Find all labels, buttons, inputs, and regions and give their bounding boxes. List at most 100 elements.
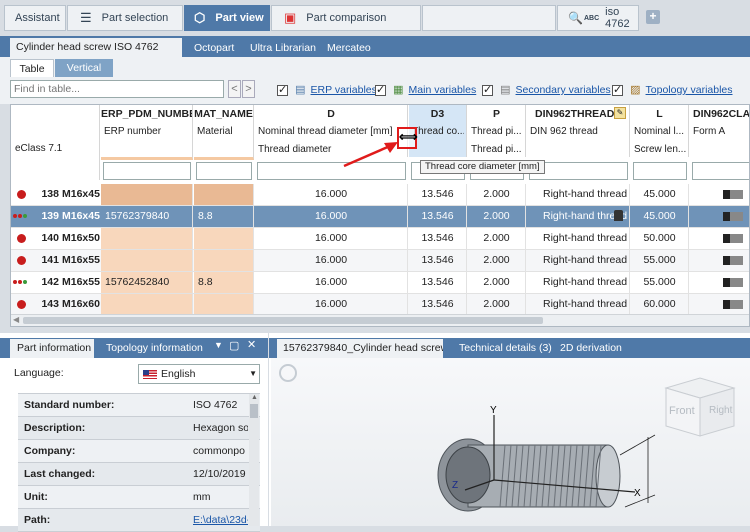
tab-ultra-librarian[interactable]: Ultra Librarian (242, 39, 324, 57)
cell-p[interactable]: 2.000 (468, 294, 526, 315)
cell-d[interactable]: 16.000 (255, 294, 408, 315)
view-cube[interactable] (660, 364, 740, 444)
cell-thread[interactable]: Right-hand thread (527, 184, 630, 205)
cell-thread[interactable]: Right-hand thread (527, 250, 630, 271)
table-row[interactable]: 140 M16x50 16.000 13.546 2.000 Right-hand thr… (11, 228, 749, 250)
cell-l[interactable]: 60.000 (631, 294, 689, 315)
search-tab[interactable]: 🔍 ABC iso 4762 (557, 5, 639, 31)
properties-scrollbar[interactable]: ▲ (249, 394, 259, 526)
properties-scroll-thumb[interactable] (250, 404, 258, 418)
erp-variables-link[interactable]: ERP variables (311, 84, 377, 96)
scroll-up-icon[interactable]: ▲ (251, 394, 258, 401)
topology-variables-link[interactable]: Topology variables (646, 84, 733, 96)
column-header-material[interactable]: MAT_NAME Material (194, 105, 254, 160)
scrollbar-thumb[interactable] (23, 317, 543, 324)
cell-mat[interactable] (194, 294, 254, 315)
tab-technical-details[interactable]: Technical details (3) (451, 339, 552, 357)
cell-mat[interactable] (194, 184, 254, 205)
next-button[interactable]: > (242, 80, 255, 98)
cell-mat[interactable] (194, 250, 254, 271)
scroll-left-icon[interactable]: ◀ (13, 315, 19, 324)
cell-d3[interactable]: 13.546 (409, 184, 467, 205)
view-mode-icon[interactable] (279, 364, 297, 382)
table-row[interactable]: 139 M16x45 15762379840 8.8 16.000 13.546 2.000… (11, 206, 749, 228)
cell-p[interactable]: 2.000 (468, 272, 526, 293)
tab-octopart[interactable]: Octopart (186, 39, 242, 57)
tab-table[interactable]: Table (10, 59, 54, 77)
tab-part-selection[interactable]: ☰ Part selection (67, 5, 183, 31)
tab-part-view[interactable]: ⬡ Part view (184, 5, 270, 31)
main-variables-toggle[interactable]: ▦ Main variables (375, 83, 476, 96)
cell-d[interactable]: 16.000 (255, 250, 408, 271)
cell-d3[interactable]: 13.546 (409, 206, 467, 227)
cell-l[interactable]: 55.000 (631, 272, 689, 293)
secondary-variables-link[interactable]: Secondary variables (516, 84, 611, 96)
cell-mat[interactable]: 8.8 (194, 272, 254, 293)
filter-input[interactable] (633, 162, 687, 180)
table-row[interactable]: 143 M16x60 16.000 13.546 2.000 Right-hand thr… (11, 294, 749, 316)
table-row[interactable]: 141 M16x55 16.000 13.546 2.000 Right-hand thr… (11, 250, 749, 272)
tab-3d-view[interactable]: 15762379840_Cylinder head screw IS... (277, 339, 443, 358)
prev-button[interactable]: < (228, 80, 241, 98)
tab-topology-information[interactable]: Topology information (98, 339, 203, 357)
cell-p[interactable]: 2.000 (468, 206, 526, 227)
cell-p[interactable]: 2.000 (468, 250, 526, 271)
blank-tab[interactable] (422, 5, 556, 31)
cell-d[interactable]: 16.000 (255, 184, 408, 205)
cell-d3[interactable]: 13.546 (409, 294, 467, 315)
filter-input[interactable] (692, 162, 749, 180)
add-tab-button[interactable]: + (646, 10, 660, 24)
column-header-din962class[interactable]: DIN962CLAS Form A (690, 105, 749, 157)
tab-assistant[interactable]: Assistant (4, 5, 66, 31)
column-header-erp[interactable]: ERP_PDM_NUMBER ERP number (101, 105, 193, 160)
property-value[interactable]: E:\data\23d- (193, 514, 248, 526)
tab-part-information[interactable]: Part information (10, 339, 94, 358)
cell-d3[interactable]: 13.546 (409, 228, 467, 249)
erp-variables-toggle[interactable]: ▤ ERP variables (277, 83, 377, 96)
filter-input[interactable] (196, 162, 252, 180)
cell-l[interactable]: 50.000 (631, 228, 689, 249)
cell-erp[interactable] (101, 228, 193, 249)
cell-l[interactable]: 45.000 (631, 206, 689, 227)
column-header-din962thread[interactable]: DIN962THREAD ✎ DIN 962 thread (527, 105, 630, 157)
column-header-l[interactable]: L Nominal l... Screw len... (631, 105, 689, 157)
tab-vertical[interactable]: Vertical (55, 59, 113, 77)
cell-erp[interactable]: 15762379840 (101, 206, 193, 227)
dropdown-icon[interactable]: ▼ (214, 340, 223, 350)
cell-erp[interactable] (101, 184, 193, 205)
tab-mercateo[interactable]: Mercateo (319, 39, 379, 57)
tab-part-comparison[interactable]: ▣ Part comparison (271, 5, 421, 31)
pencil-icon[interactable]: ✎ (614, 107, 626, 119)
cell-d[interactable]: 16.000 (255, 228, 408, 249)
table-row[interactable]: 142 M16x55 15762452840 8.8 16.000 13.546 2.000… (11, 272, 749, 294)
column-header-p[interactable]: P Thread pi... Thread pi... (468, 105, 526, 157)
main-variables-link[interactable]: Main variables (409, 84, 477, 96)
cell-thread[interactable]: Right-hand thread (527, 294, 630, 315)
tab-2d-derivation[interactable]: 2D derivation (552, 339, 622, 357)
maximize-icon[interactable]: ▢ (229, 339, 239, 352)
topology-variables-toggle[interactable]: ▨ Topology variables (612, 83, 733, 96)
cell-p[interactable]: 2.000 (468, 184, 526, 205)
table-row[interactable]: 138 M16x45 16.000 13.546 2.000 Right-hand thr… (11, 184, 749, 206)
cell-p[interactable]: 2.000 (468, 228, 526, 249)
cell-l[interactable]: 45.000 (631, 184, 689, 205)
cell-erp[interactable] (101, 250, 193, 271)
cell-erp[interactable]: 15762452840 (101, 272, 193, 293)
part-title-tab[interactable]: Cylinder head screw ISO 4762 M16x45 (10, 38, 182, 72)
cell-l[interactable]: 55.000 (631, 250, 689, 271)
cell-thread[interactable]: Right-hand thread (527, 228, 630, 249)
secondary-variables-toggle[interactable]: ▤ Secondary variables (482, 83, 611, 96)
cell-d[interactable]: 16.000 (255, 272, 408, 293)
close-icon[interactable]: ✕ (247, 338, 256, 351)
cell-d[interactable]: 16.000 (255, 206, 408, 227)
cell-d3[interactable]: 13.546 (409, 272, 467, 293)
cell-d3[interactable]: 13.546 (409, 250, 467, 271)
language-select[interactable]: English ▼ (138, 364, 260, 384)
cell-mat[interactable]: 8.8 (194, 206, 254, 227)
cell-erp[interactable] (101, 294, 193, 315)
cell-thread[interactable]: Right-hand thread (527, 272, 630, 293)
horizontal-scrollbar[interactable]: ◀ (11, 314, 749, 326)
cell-mat[interactable] (194, 228, 254, 249)
find-in-table-input[interactable] (10, 80, 224, 98)
filter-input[interactable] (103, 162, 191, 180)
